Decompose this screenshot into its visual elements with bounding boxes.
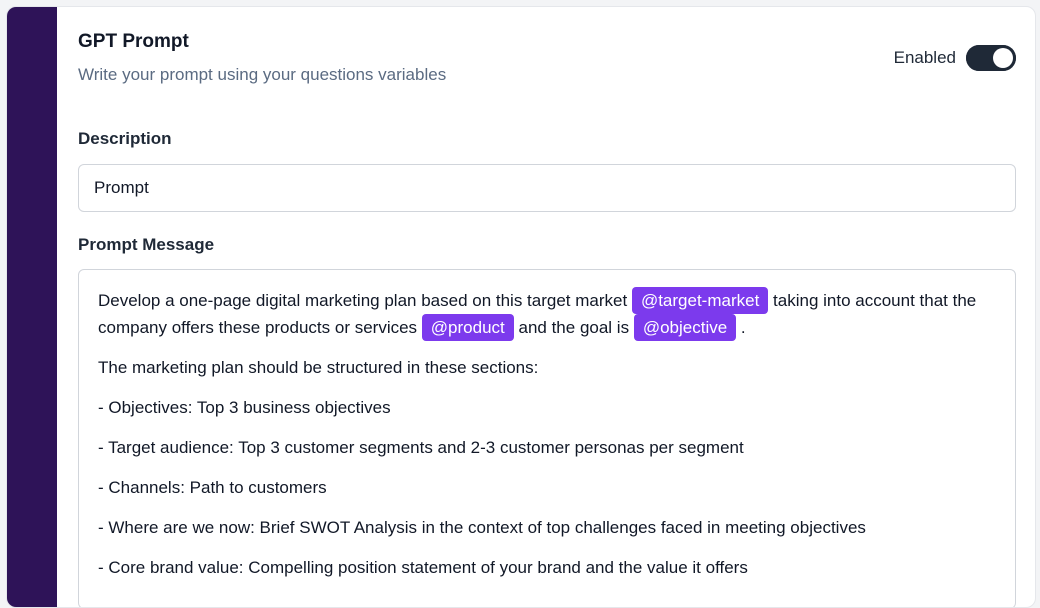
prompt-line: - Where are we now: Brief SWOT Analysis …	[98, 518, 866, 537]
card-subtitle: Write your prompt using your questions v…	[78, 65, 447, 84]
prompt-text: and the goal is	[518, 318, 630, 337]
prompt-line: - Core brand value: Compelling position …	[98, 558, 748, 577]
variable-tag-objective[interactable]: @objective	[633, 314, 737, 341]
prompt-message-label: Prompt Message	[78, 235, 215, 254]
prompt-line: - Target audience: Top 3 customer segmen…	[98, 438, 744, 457]
card-title: GPT Prompt	[78, 31, 189, 52]
enabled-toggle-group: Enabled	[894, 45, 1016, 71]
variable-tag-product[interactable]: @product	[421, 314, 514, 341]
gpt-prompt-card: GPT Prompt Write your prompt using your …	[6, 6, 1036, 608]
prompt-text: Develop a one-page digital marketing pla…	[98, 291, 628, 310]
description-input[interactable]: Prompt	[78, 164, 1016, 212]
prompt-line: - Channels: Path to customers	[98, 478, 327, 497]
description-input-value: Prompt	[94, 178, 149, 197]
prompt-line: The marketing plan should be structured …	[98, 358, 539, 377]
prompt-line: - Objectives: Top 3 business objectives	[98, 398, 391, 417]
prompt-intro-paragraph: Develop a one-page digital marketing pla…	[98, 287, 996, 341]
enabled-label: Enabled	[893, 48, 956, 67]
description-label: Description	[78, 129, 172, 148]
toggle-knob	[993, 48, 1013, 68]
prompt-text: .	[740, 318, 746, 337]
prompt-message-editor[interactable]: Develop a one-page digital marketing pla…	[78, 269, 1016, 607]
card-accent-bar	[7, 7, 57, 607]
variable-tag-target-market[interactable]: @target-market	[631, 287, 769, 314]
enabled-toggle[interactable]	[966, 45, 1016, 71]
